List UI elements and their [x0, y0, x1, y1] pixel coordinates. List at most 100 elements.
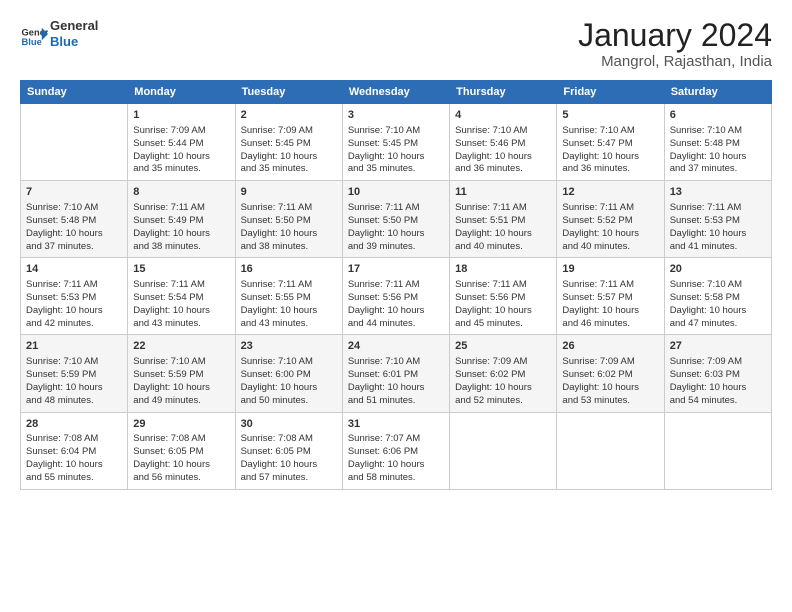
cell-text: Sunrise: 7:11 AM [455, 202, 551, 215]
cell-text: and 37 minutes. [26, 241, 122, 254]
cell-w1-d3: 2Sunrise: 7:09 AMSunset: 5:45 PMDaylight… [235, 104, 342, 181]
cell-text: Sunset: 5:59 PM [26, 369, 122, 382]
cell-text: Sunrise: 7:08 AM [241, 433, 337, 446]
cell-text: Sunrise: 7:09 AM [133, 125, 229, 138]
cell-w1-d6: 5Sunrise: 7:10 AMSunset: 5:47 PMDaylight… [557, 104, 664, 181]
day-number: 16 [241, 262, 337, 277]
cell-w1-d5: 4Sunrise: 7:10 AMSunset: 5:46 PMDaylight… [450, 104, 557, 181]
cell-text: Sunset: 5:50 PM [348, 215, 444, 228]
cell-text: Daylight: 10 hours [133, 382, 229, 395]
header-row: SundayMondayTuesdayWednesdayThursdayFrid… [21, 81, 772, 104]
cell-text: and 56 minutes. [133, 472, 229, 485]
calendar-table: SundayMondayTuesdayWednesdayThursdayFrid… [20, 80, 772, 489]
cell-w3-d7: 20Sunrise: 7:10 AMSunset: 5:58 PMDayligh… [664, 258, 771, 335]
day-number: 24 [348, 339, 444, 354]
cell-text: Sunrise: 7:08 AM [26, 433, 122, 446]
cell-text: Sunset: 5:59 PM [133, 369, 229, 382]
cell-text: Daylight: 10 hours [26, 305, 122, 318]
header-thursday: Thursday [450, 81, 557, 104]
cell-text: Sunrise: 7:11 AM [348, 202, 444, 215]
cell-text: Daylight: 10 hours [670, 382, 766, 395]
cell-text: Daylight: 10 hours [133, 151, 229, 164]
day-number: 9 [241, 185, 337, 200]
cell-text: and 44 minutes. [348, 318, 444, 331]
cell-text: Sunrise: 7:10 AM [26, 202, 122, 215]
cell-text: Daylight: 10 hours [241, 305, 337, 318]
cell-text: Daylight: 10 hours [26, 459, 122, 472]
cell-text: Sunset: 6:03 PM [670, 369, 766, 382]
cell-text: and 36 minutes. [455, 163, 551, 176]
cell-text: Sunset: 6:02 PM [455, 369, 551, 382]
cell-text: Sunset: 5:56 PM [455, 292, 551, 305]
cell-text: and 51 minutes. [348, 395, 444, 408]
cell-text: Sunset: 5:45 PM [241, 138, 337, 151]
day-number: 8 [133, 185, 229, 200]
cell-text: and 43 minutes. [133, 318, 229, 331]
cell-w4-d3: 23Sunrise: 7:10 AMSunset: 6:00 PMDayligh… [235, 335, 342, 412]
cell-text: Sunrise: 7:11 AM [562, 279, 658, 292]
day-number: 11 [455, 185, 551, 200]
cell-text: and 52 minutes. [455, 395, 551, 408]
cell-w1-d1 [21, 104, 128, 181]
cell-text: Sunset: 5:52 PM [562, 215, 658, 228]
cell-text: Sunset: 5:55 PM [241, 292, 337, 305]
day-number: 19 [562, 262, 658, 277]
week-row-2: 7Sunrise: 7:10 AMSunset: 5:48 PMDaylight… [21, 181, 772, 258]
cell-text: Sunrise: 7:10 AM [670, 279, 766, 292]
cell-text: Sunset: 5:58 PM [670, 292, 766, 305]
cell-text: Sunset: 6:04 PM [26, 446, 122, 459]
cell-text: Sunrise: 7:11 AM [241, 202, 337, 215]
day-number: 29 [133, 417, 229, 432]
cell-text: Daylight: 10 hours [455, 382, 551, 395]
cell-w3-d3: 16 Sunrise: 7:11 AMSunset: 5:55 PMDayligh… [235, 258, 342, 335]
cell-w2-d6: 12Sunrise: 7:11 AMSunset: 5:52 PMDayligh… [557, 181, 664, 258]
cell-text: Daylight: 10 hours [348, 151, 444, 164]
cell-w5-d7 [664, 412, 771, 489]
day-number: 14 [26, 262, 122, 277]
cell-text: Sunrise: 7:09 AM [670, 356, 766, 369]
day-number: 4 [455, 108, 551, 123]
cell-text: Daylight: 10 hours [562, 382, 658, 395]
cell-w3-d5: 18Sunrise: 7:11 AMSunset: 5:56 PMDayligh… [450, 258, 557, 335]
cell-text: Sunset: 6:00 PM [241, 369, 337, 382]
cell-text: Sunrise: 7:11 AM [670, 202, 766, 215]
cell-text: Sunset: 5:47 PM [562, 138, 658, 151]
cell-text: Daylight: 10 hours [348, 459, 444, 472]
cell-text: Daylight: 10 hours [348, 305, 444, 318]
cell-w4-d2: 22Sunrise: 7:10 AMSunset: 5:59 PMDayligh… [128, 335, 235, 412]
cell-w5-d4: 31Sunrise: 7:07 AMSunset: 6:06 PMDayligh… [342, 412, 449, 489]
cell-text: Sunrise: 7:10 AM [348, 356, 444, 369]
cell-text: Sunset: 5:45 PM [348, 138, 444, 151]
cell-text: Sunrise: 7:11 AM [241, 279, 337, 292]
cell-text: Sunrise: 7:09 AM [562, 356, 658, 369]
week-row-4: 21Sunrise: 7:10 AMSunset: 5:59 PMDayligh… [21, 335, 772, 412]
cell-text: and 39 minutes. [348, 241, 444, 254]
cell-text: Sunrise: 7:10 AM [562, 125, 658, 138]
cell-text: Daylight: 10 hours [26, 382, 122, 395]
header-monday: Monday [128, 81, 235, 104]
cell-text: and 40 minutes. [455, 241, 551, 254]
cell-text: Daylight: 10 hours [241, 228, 337, 241]
day-number: 30 [241, 417, 337, 432]
cell-text: and 45 minutes. [455, 318, 551, 331]
cell-w4-d5: 25Sunrise: 7:09 AMSunset: 6:02 PMDayligh… [450, 335, 557, 412]
cell-text: Sunset: 5:53 PM [26, 292, 122, 305]
cell-w4-d4: 24Sunrise: 7:10 AMSunset: 6:01 PMDayligh… [342, 335, 449, 412]
day-number: 7 [26, 185, 122, 200]
logo: General Blue General Blue [20, 18, 98, 49]
header-friday: Friday [557, 81, 664, 104]
cell-text: Daylight: 10 hours [133, 459, 229, 472]
header-sunday: Sunday [21, 81, 128, 104]
subtitle: Mangrol, Rajasthan, India [578, 53, 772, 70]
day-number: 17 [348, 262, 444, 277]
cell-text: Sunrise: 7:11 AM [348, 279, 444, 292]
cell-text: and 36 minutes. [562, 163, 658, 176]
day-number: 31 [348, 417, 444, 432]
cell-text: Daylight: 10 hours [455, 305, 551, 318]
day-number: 28 [26, 417, 122, 432]
cell-text: and 49 minutes. [133, 395, 229, 408]
logo-blue: Blue [50, 34, 98, 50]
cell-text: and 48 minutes. [26, 395, 122, 408]
cell-text: Sunset: 5:48 PM [670, 138, 766, 151]
cell-text: Sunrise: 7:10 AM [26, 356, 122, 369]
